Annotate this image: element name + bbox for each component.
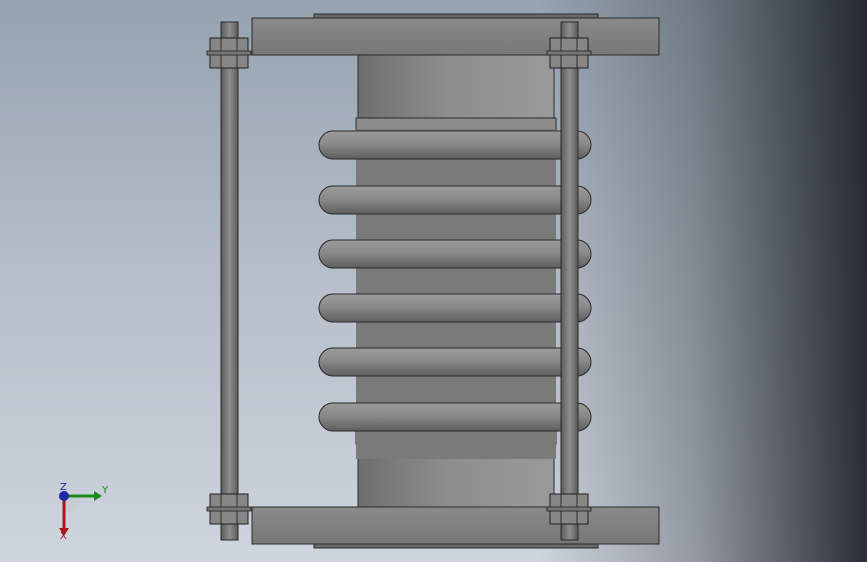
axis-label-x: X xyxy=(60,531,67,542)
bellows-convolution xyxy=(318,402,592,432)
axis-label-z: Z xyxy=(60,482,67,493)
hex-nut xyxy=(206,37,252,69)
orientation-triad[interactable]: Z Y X xyxy=(50,482,120,544)
bellows-convolution xyxy=(318,185,592,215)
bellows-convolution xyxy=(318,347,592,377)
cad-viewport[interactable]: Z Y X xyxy=(0,0,867,562)
hex-nut xyxy=(546,37,592,69)
bellows[interactable] xyxy=(318,117,592,459)
tie-rod-left[interactable] xyxy=(220,21,239,541)
bellows-convolution xyxy=(318,239,592,269)
tie-rod-right[interactable] xyxy=(560,21,579,541)
top-flange[interactable] xyxy=(251,13,660,56)
hex-nut xyxy=(206,493,252,525)
expansion-joint-model[interactable] xyxy=(0,0,867,562)
axis-label-y: Y xyxy=(102,485,109,496)
bottom-flange[interactable] xyxy=(251,506,660,549)
bellows-convolution xyxy=(318,130,592,160)
bellows-convolution xyxy=(318,293,592,323)
y-axis-arrowhead xyxy=(94,491,102,501)
hex-nut xyxy=(546,493,592,525)
